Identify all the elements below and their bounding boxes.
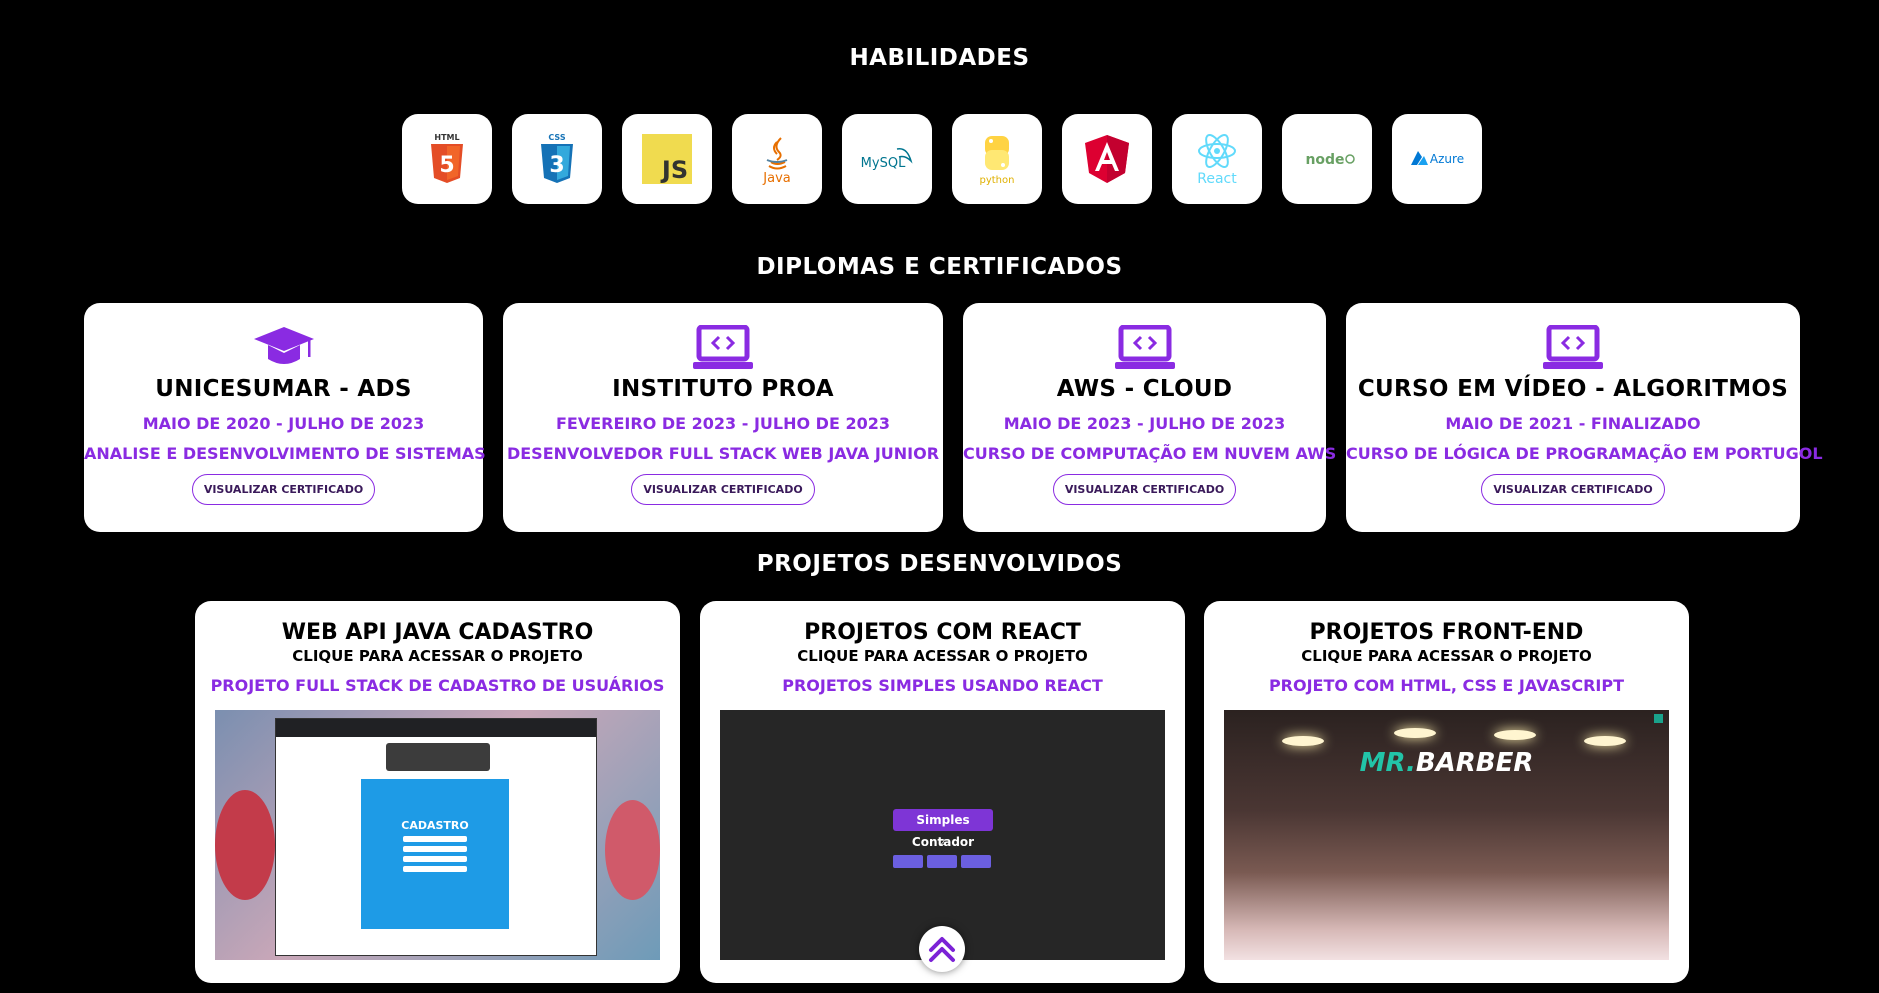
view-certificate-button[interactable]: VISUALIZAR CERTIFICADO bbox=[1481, 474, 1665, 505]
svg-text:HTML: HTML bbox=[434, 133, 459, 142]
azure-icon: Azure bbox=[1411, 151, 1464, 166]
project-title: PROJETOS COM REACT bbox=[804, 620, 1081, 645]
preview-browser-window: CADASTRO bbox=[275, 718, 597, 956]
graduation-cap-icon bbox=[253, 327, 314, 364]
project-preview-image[interactable]: MR.BARBER bbox=[1224, 710, 1669, 960]
preview-counter-button bbox=[927, 855, 957, 868]
skill-angular bbox=[1062, 114, 1152, 204]
cert-date: MAIO DE 2023 - JULHO DE 2023 bbox=[1003, 414, 1286, 433]
preview-menu-icon bbox=[1654, 714, 1663, 723]
view-certificate-button[interactable]: VISUALIZAR CERTIFICADO bbox=[191, 474, 376, 505]
cert-course: CURSO DE LÓGICA DE PROGRAMAÇÃO EM PORTUG… bbox=[1346, 444, 1823, 463]
preview-popup bbox=[386, 743, 490, 771]
preview-logo: MR.BARBER bbox=[1359, 748, 1534, 778]
nodejs-icon: node bbox=[1305, 152, 1355, 168]
svg-text:React: React bbox=[1197, 171, 1237, 187]
svg-text:python: python bbox=[980, 175, 1015, 186]
cert-name: CURSO EM VÍDEO - ALGORITMOS bbox=[1357, 376, 1789, 402]
cert-date: MAIO DE 2020 - JULHO DE 2023 bbox=[142, 414, 425, 433]
svg-text:Azure: Azure bbox=[1430, 152, 1464, 166]
skills-title: HABILIDADES bbox=[849, 45, 1030, 71]
project-card-java-api[interactable]: WEB API JAVA CADASTRO CLIQUE PARA ACESSA… bbox=[195, 601, 680, 983]
svg-text:JS: JS bbox=[660, 156, 688, 184]
project-hint: CLIQUE PARA ACESSAR O PROJETO bbox=[292, 647, 583, 665]
cert-date: FEVEREIRO DE 2023 - JULHO DE 2023 bbox=[556, 414, 890, 433]
skill-css: CSS 3 bbox=[512, 114, 602, 204]
project-preview-image[interactable]: CADASTRO bbox=[215, 710, 660, 960]
project-description: PROJETO COM HTML, CSS E JAVASCRIPT bbox=[1268, 676, 1625, 695]
project-title: WEB API JAVA CADASTRO bbox=[281, 620, 594, 645]
laptop-code-icon bbox=[1543, 325, 1603, 369]
view-certificate-button[interactable]: VISUALIZAR CERTIFICADO bbox=[1052, 474, 1237, 505]
preview-counter-button bbox=[961, 855, 991, 868]
skill-java: Java bbox=[732, 114, 822, 204]
html5-icon: HTML 5 bbox=[431, 133, 463, 183]
skill-node: node bbox=[1282, 114, 1372, 204]
cert-course: ANALISE E DESENVOLVIMENTO DE SISTEMAS bbox=[84, 444, 486, 463]
skill-mysql: MySQL bbox=[842, 114, 932, 204]
skill-js: JS bbox=[622, 114, 712, 204]
laptop-code-icon bbox=[1114, 325, 1175, 369]
mysql-icon: MySQL bbox=[861, 148, 913, 171]
view-certificate-button[interactable]: VISUALIZAR CERTIFICADO bbox=[631, 474, 815, 505]
svg-text:node: node bbox=[1305, 152, 1344, 168]
project-description: PROJETO FULL STACK DE CADASTRO DE USUÁRI… bbox=[210, 676, 665, 695]
svg-text:CSS: CSS bbox=[548, 133, 565, 142]
cert-card-unicesumar: UNICESUMAR - ADS MAIO DE 2020 - JULHO DE… bbox=[84, 303, 486, 532]
preview-form-title: CADASTRO bbox=[401, 819, 469, 832]
java-icon: Java bbox=[762, 137, 791, 186]
skills-list: HTML 5 CSS 3 JS Java MySQL python React … bbox=[402, 114, 1482, 204]
preview-counter-title: Simples Contador bbox=[893, 809, 993, 849]
cert-name: AWS - CLOUD bbox=[1056, 376, 1233, 402]
angular-icon bbox=[1085, 135, 1129, 183]
preview-counter-value: 2 bbox=[939, 838, 946, 847]
preview-decoration bbox=[215, 790, 275, 900]
svg-text:3: 3 bbox=[549, 153, 564, 178]
preview-counter-button bbox=[893, 855, 923, 868]
cert-date: MAIO DE 2021 - FINALIZADO bbox=[1445, 414, 1701, 433]
css3-icon: CSS 3 bbox=[541, 133, 573, 183]
python-icon: python bbox=[980, 136, 1015, 186]
project-description: PROJETOS SIMPLES USANDO REACT bbox=[782, 676, 1103, 695]
skill-html: HTML 5 bbox=[402, 114, 492, 204]
cert-name: INSTITUTO PROA bbox=[612, 376, 834, 402]
skill-python: python bbox=[952, 114, 1042, 204]
skill-azure: Azure bbox=[1392, 114, 1482, 204]
projects-title: PROJETOS DESENVOLVIDOS bbox=[756, 551, 1123, 577]
react-icon: React bbox=[1197, 134, 1237, 187]
cert-course: DESENVOLVEDOR FULL STACK WEB JAVA JUNIOR bbox=[506, 444, 940, 463]
project-hint: CLIQUE PARA ACESSAR O PROJETO bbox=[1301, 647, 1592, 665]
svg-text:Java: Java bbox=[762, 171, 790, 186]
back-to-top-button[interactable] bbox=[919, 926, 965, 972]
project-preview-image[interactable]: Simples Contador 2 bbox=[720, 710, 1165, 960]
preview-form: CADASTRO bbox=[361, 779, 509, 929]
preview-decoration bbox=[605, 800, 660, 900]
svg-text:MySQL: MySQL bbox=[861, 156, 906, 171]
laptop-code-icon bbox=[693, 325, 753, 369]
project-title: PROJETOS FRONT-END bbox=[1309, 620, 1584, 645]
certificates-title: DIPLOMAS E CERTIFICADOS bbox=[756, 254, 1123, 280]
cert-name: UNICESUMAR - ADS bbox=[155, 376, 412, 402]
svg-text:5: 5 bbox=[439, 153, 454, 178]
skill-react: React bbox=[1172, 114, 1262, 204]
project-card-frontend[interactable]: PROJETOS FRONT-END CLIQUE PARA ACESSAR O… bbox=[1204, 601, 1689, 983]
double-chevron-up-icon bbox=[929, 937, 955, 962]
cert-card-aws: AWS - CLOUD MAIO DE 2023 - JULHO DE 2023… bbox=[963, 303, 1337, 532]
cert-card-cursoemvideo: CURSO EM VÍDEO - ALGORITMOS MAIO DE 2021… bbox=[1346, 303, 1823, 532]
cert-card-proa: INSTITUTO PROA FEVEREIRO DE 2023 - JULHO… bbox=[503, 303, 943, 532]
cert-course: CURSO DE COMPUTAÇÃO EM NUVEM AWS bbox=[963, 444, 1337, 463]
project-hint: CLIQUE PARA ACESSAR O PROJETO bbox=[797, 647, 1088, 665]
javascript-icon: JS bbox=[642, 134, 692, 184]
